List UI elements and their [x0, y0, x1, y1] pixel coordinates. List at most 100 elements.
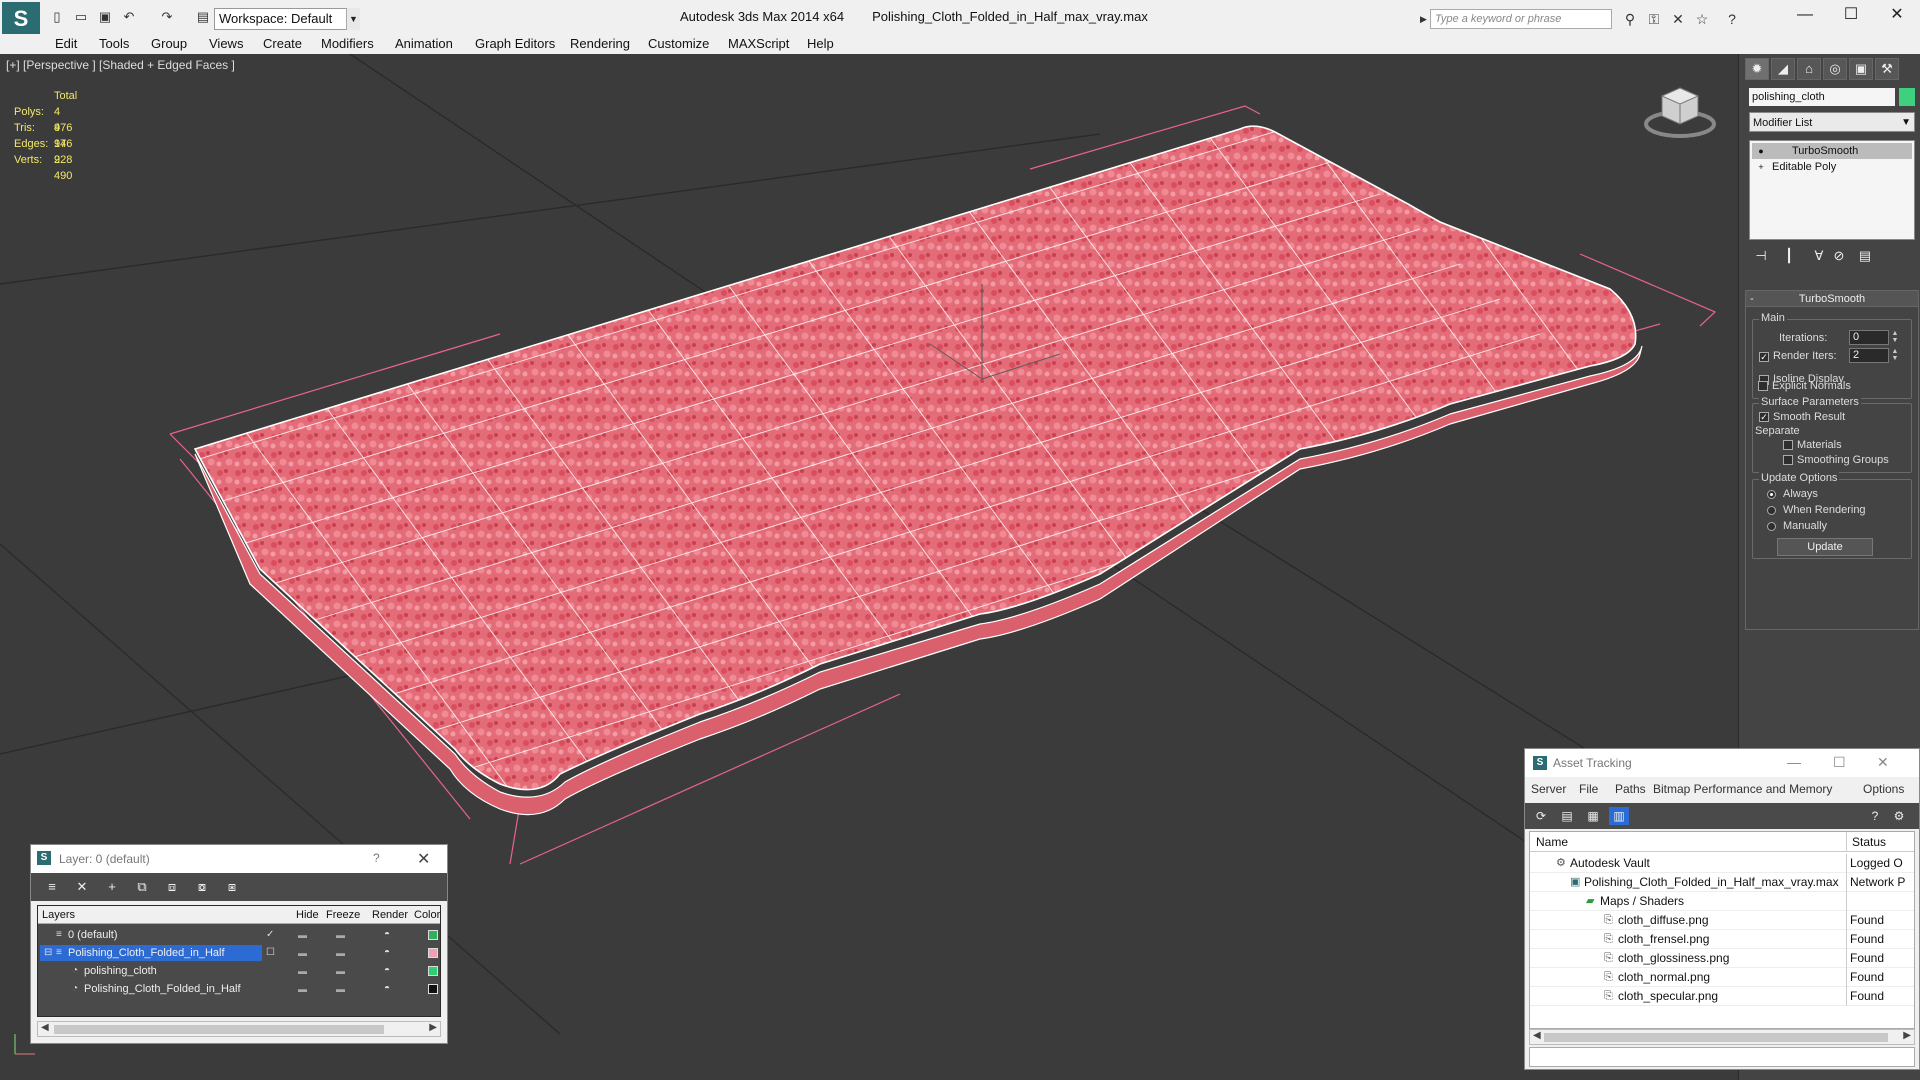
hide-toggle[interactable]: ▬ — [298, 944, 307, 962]
column-render[interactable]: Render — [372, 909, 408, 921]
render-iters-spinner[interactable]: 2 — [1849, 348, 1889, 363]
menu-create[interactable]: Create — [263, 36, 302, 51]
viewcube-icon[interactable] — [1640, 82, 1720, 142]
scroll-left-icon[interactable]: ◀ — [41, 1022, 49, 1033]
when-rendering-radio[interactable] — [1767, 506, 1776, 515]
menu-customize[interactable]: Customize — [648, 36, 709, 51]
hide-toggle[interactable]: ▬ — [298, 926, 307, 944]
smooth-result-checkbox[interactable]: ✓ — [1759, 412, 1769, 422]
help-icon[interactable]: ? — [1722, 9, 1742, 29]
make-unique-icon[interactable]: ∀ — [1809, 246, 1829, 266]
layer-color-swatch[interactable] — [428, 930, 438, 940]
utilities-tab-icon[interactable]: ⚒ — [1875, 58, 1899, 80]
freeze-toggle[interactable]: ▬ — [336, 926, 345, 944]
menu-animation[interactable]: Animation — [395, 36, 453, 51]
hide-toggle[interactable]: ▬ — [298, 980, 307, 998]
smoothing-groups-checkbox[interactable] — [1783, 455, 1793, 465]
add-to-layer-icon[interactable]: + — [101, 877, 123, 897]
layer-horizontal-scrollbar[interactable]: ◀ ▶ — [37, 1021, 441, 1037]
column-color[interactable]: Color — [414, 909, 440, 921]
layer-color-swatch[interactable] — [428, 984, 438, 994]
list-view-icon[interactable]: ▤ — [1557, 807, 1577, 825]
stack-item-turbosmooth[interactable]: ● TurboSmooth — [1752, 143, 1912, 159]
configure-modifier-sets-icon[interactable]: ▤ — [1855, 246, 1875, 266]
materials-checkbox[interactable] — [1783, 440, 1793, 450]
detail-view-icon[interactable]: ▦ — [1583, 807, 1603, 825]
subscription-icon[interactable]: ⚿ — [1644, 9, 1664, 29]
render-teapot-icon[interactable]: ◓ — [384, 944, 390, 962]
column-freeze[interactable]: Freeze — [326, 909, 360, 921]
always-radio[interactable] — [1767, 490, 1776, 499]
hide-toggle[interactable]: ▬ — [298, 962, 307, 980]
asset-row[interactable]: ⎘ cloth_frensel.png Found — [1530, 930, 1914, 949]
column-divider[interactable] — [1846, 832, 1847, 852]
column-hide[interactable]: Hide — [296, 909, 319, 921]
minimize-button[interactable]: — — [1787, 754, 1801, 770]
scroll-right-icon[interactable]: ▶ — [1903, 1030, 1911, 1041]
render-teapot-icon[interactable]: ◓ — [384, 980, 390, 998]
asset-row[interactable]: ⎘ cloth_diffuse.png Found — [1530, 911, 1914, 930]
binoculars-icon[interactable]: ⚲ — [1620, 9, 1640, 29]
close-button[interactable]: ✕ — [1874, 0, 1920, 30]
open-file-icon[interactable]: ▭ — [72, 9, 90, 25]
column-status[interactable]: Status — [1852, 835, 1886, 849]
make-active-box-icon[interactable]: ☐ — [266, 944, 275, 962]
menu-server[interactable]: Server — [1531, 782, 1566, 796]
render-iters-spinner-arrows[interactable]: ▲ ▼ — [1891, 348, 1899, 363]
menu-graph-editors[interactable]: Graph Editors — [475, 36, 555, 51]
object-color-swatch[interactable] — [1899, 88, 1915, 106]
save-file-icon[interactable]: ▣ — [96, 9, 114, 25]
create-tab-icon[interactable]: ✹ — [1745, 58, 1769, 80]
menu-edit[interactable]: Edit — [55, 36, 77, 51]
lightbulb-icon[interactable]: ● — [1756, 146, 1766, 156]
asset-row[interactable]: ⎘ cloth_normal.png Found — [1530, 968, 1914, 987]
menu-group[interactable]: Group — [151, 36, 187, 51]
settings-icon[interactable]: ⚙ — [1889, 807, 1909, 825]
select-in-layer-icon[interactable]: ⧉ — [131, 877, 153, 897]
table-view-icon[interactable]: ▥ — [1609, 807, 1629, 825]
menu-modifiers[interactable]: Modifiers — [321, 36, 374, 51]
freeze-toggle[interactable]: ▬ — [336, 962, 345, 980]
close-button[interactable]: ✕ — [1877, 754, 1889, 771]
maximize-button[interactable]: ☐ — [1828, 0, 1874, 30]
layer-window-titlebar[interactable]: S Layer: 0 (default) ? ✕ — [31, 845, 447, 873]
help-button[interactable]: ? — [373, 851, 380, 865]
render-teapot-icon[interactable]: ◓ — [384, 962, 390, 980]
new-file-icon[interactable]: ▯ — [48, 9, 66, 25]
search-expand-icon[interactable]: ▶ — [1420, 9, 1430, 29]
layer-color-swatch[interactable] — [428, 966, 438, 976]
explicit-normals-checkbox[interactable] — [1758, 381, 1768, 391]
active-layer-checkmark-icon[interactable]: ✓ — [266, 926, 274, 944]
workspace-select[interactable]: Workspace: Default — [214, 8, 360, 30]
undo-icon[interactable]: ↶ — [120, 9, 138, 25]
layer-color-swatch[interactable] — [428, 948, 438, 958]
asset-row[interactable]: ⎘ cloth_glossiness.png Found — [1530, 949, 1914, 968]
freeze-all-layers-icon[interactable]: ⧆ — [221, 877, 243, 897]
object-name-field[interactable]: polishing_cloth — [1749, 88, 1895, 106]
project-folder-icon[interactable]: ▤ — [194, 9, 212, 25]
layer-row[interactable]: ≡ 0 (default) ✓ ▬ ▬ ◓ — [38, 926, 440, 944]
asset-row[interactable]: ▰ Maps / Shaders — [1530, 892, 1914, 911]
freeze-toggle[interactable]: ▬ — [336, 980, 345, 998]
column-name[interactable]: Name — [1536, 835, 1568, 849]
asset-window-titlebar[interactable]: S Asset Tracking — ☐ ✕ — [1525, 749, 1919, 777]
motion-tab-icon[interactable]: ◎ — [1823, 58, 1847, 80]
scroll-thumb[interactable] — [1544, 1033, 1888, 1042]
asset-horizontal-scrollbar[interactable]: ◀ ▶ — [1529, 1029, 1915, 1045]
asset-row[interactable]: ⚙ Autodesk Vault Logged O — [1530, 854, 1914, 873]
app-menu-button[interactable]: S — [2, 2, 40, 36]
search-input[interactable]: Type a keyword or phrase — [1430, 9, 1612, 29]
modify-tab-icon[interactable]: ◢ — [1771, 58, 1795, 80]
menu-tools[interactable]: Tools — [99, 36, 129, 51]
delete-layer-icon[interactable]: ✕ — [71, 877, 93, 897]
hide-all-layers-icon[interactable]: ⧇ — [191, 877, 213, 897]
pin-stack-icon[interactable]: ⊣ — [1751, 246, 1771, 266]
menu-help[interactable]: Help — [807, 36, 834, 51]
show-end-result-icon[interactable]: ┃ — [1779, 246, 1799, 266]
refresh-icon[interactable]: ⟳ — [1531, 807, 1551, 825]
scroll-thumb[interactable] — [54, 1025, 384, 1034]
menu-rendering[interactable]: Rendering — [570, 36, 630, 51]
menu-file[interactable]: File — [1579, 782, 1598, 796]
layer-row[interactable]: ◔ Polishing_Cloth_Folded_in_Half ▬ ▬ ◓ — [38, 980, 440, 998]
iterations-spinner[interactable]: 0 — [1849, 330, 1889, 345]
